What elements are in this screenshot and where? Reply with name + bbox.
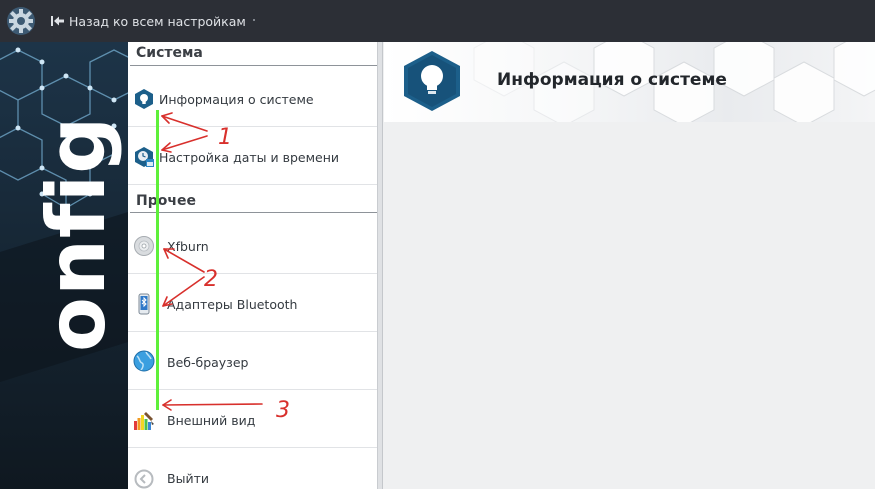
section-divider xyxy=(130,212,377,213)
list-item-label: Внешний вид xyxy=(167,413,256,428)
list-item-xfburn[interactable]: Xfburn xyxy=(128,217,377,274)
list-item-label: Xfburn xyxy=(167,239,209,254)
back-button-label: Назад ко всем настройкам xyxy=(69,13,246,29)
back-arrow-icon xyxy=(51,16,64,26)
settings-list-panel: Система Информация о системе Настройка д… xyxy=(128,42,378,489)
top-bar: Назад ко всем настройкам xyxy=(0,0,875,42)
section-title-system: Система xyxy=(136,45,203,61)
list-item-bluetooth[interactable]: Адаптеры Bluetooth xyxy=(128,275,377,332)
lightbulb-hex-icon xyxy=(404,51,460,111)
list-item-label: Адаптеры Bluetooth xyxy=(167,297,298,312)
list-item-system-info[interactable]: Информация о системе xyxy=(128,70,377,127)
panel-splitter[interactable] xyxy=(378,42,383,489)
content-area: Информация о системе xyxy=(384,42,875,489)
page-title: Информация о системе xyxy=(497,70,727,90)
palette-appearance-icon xyxy=(134,412,154,430)
list-item-appearance[interactable]: Внешний вид xyxy=(128,391,377,448)
disc-icon xyxy=(134,236,154,256)
settings-gear-icon[interactable] xyxy=(6,6,36,36)
list-item-browser[interactable]: Веб-браузер xyxy=(128,333,377,390)
bluetooth-device-icon xyxy=(138,293,150,315)
list-item-label: Веб-браузер xyxy=(167,355,249,370)
list-item-exit[interactable]: Выйти xyxy=(128,449,377,489)
back-to-all-settings-button[interactable]: Назад ко всем настройкам xyxy=(51,11,246,31)
globe-browser-icon xyxy=(133,350,155,372)
lightbulb-hex-icon xyxy=(135,89,153,109)
decor-config-word: onfig xyxy=(30,115,123,352)
section-divider xyxy=(130,65,377,66)
decorative-side-panel: onfig xyxy=(0,42,128,489)
content-header-banner: Информация о системе xyxy=(384,42,875,122)
list-item-label: Настройка даты и времени xyxy=(159,150,340,165)
list-item-label: Информация о системе xyxy=(159,92,314,107)
list-item-datetime[interactable]: Настройка даты и времени xyxy=(128,128,377,185)
exit-icon xyxy=(134,469,154,489)
clock-calendar-icon xyxy=(135,147,154,167)
list-item-label: Выйти xyxy=(167,471,209,486)
section-title-other: Прочее xyxy=(136,193,196,209)
separator-dot xyxy=(253,19,255,21)
